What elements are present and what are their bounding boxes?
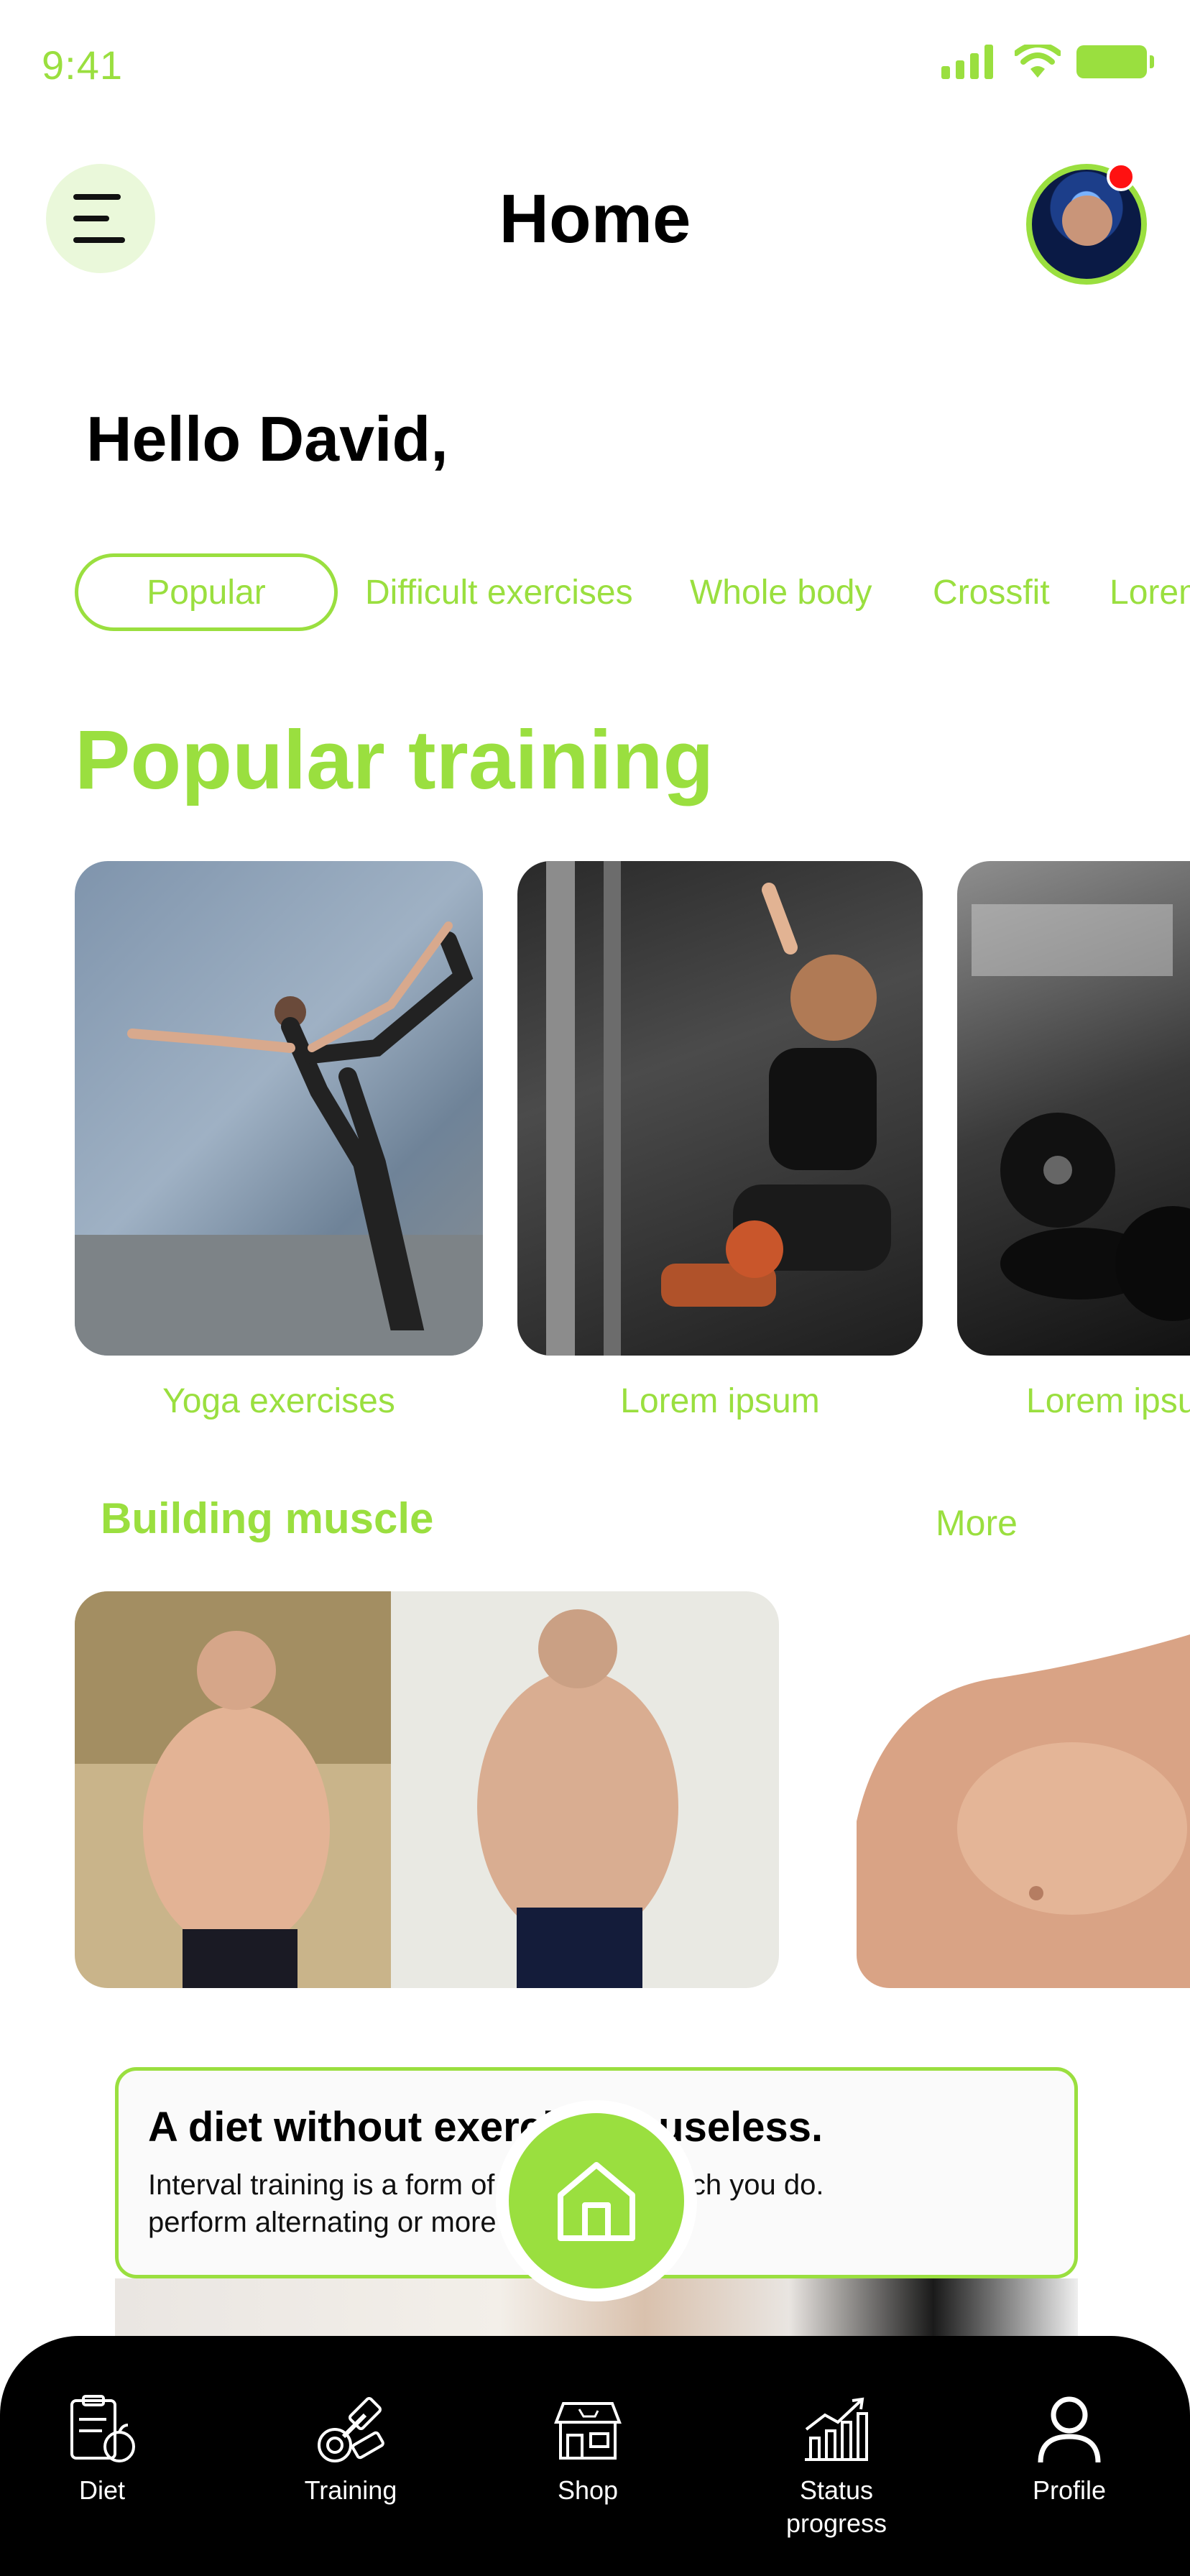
tab-lorem[interactable]: Lorem xyxy=(1110,553,1190,631)
card-label-2: Lorem ipsum xyxy=(620,1382,820,1420)
nav-item-status-progress[interactable]: Status progress xyxy=(750,2393,923,2540)
chest-image xyxy=(857,1634,1190,1988)
nav-label-training: Training xyxy=(304,2475,397,2505)
barbell-image xyxy=(972,904,1190,1321)
profile-icon xyxy=(1038,2396,1101,2463)
more-link[interactable]: More xyxy=(936,1502,1018,1544)
card-label-yoga: Yoga exercises xyxy=(162,1382,395,1420)
greeting: Hello David, xyxy=(86,403,448,474)
dumbbell-icon xyxy=(318,2397,384,2462)
tab-crossfit[interactable]: Crossfit xyxy=(933,553,1050,631)
nav-label-shop: Shop xyxy=(557,2475,619,2505)
avatar-face xyxy=(1062,196,1112,246)
diet-icon xyxy=(70,2395,135,2462)
yoga-figure-image xyxy=(75,921,483,1356)
nav-item-diet[interactable]: Diet xyxy=(16,2393,188,2507)
home-button[interactable] xyxy=(509,2113,684,2288)
status-icons xyxy=(941,45,1154,79)
tab-popular[interactable]: Popular xyxy=(75,553,338,631)
section-title-popular: Popular training xyxy=(75,713,714,806)
muscle-card-chest[interactable] xyxy=(857,1591,1190,1988)
before-after-image xyxy=(75,1591,779,1988)
training-card-yoga[interactable] xyxy=(75,861,483,1356)
diet-card-title: A diet without exercise is useless. xyxy=(148,2104,824,2150)
nav-label-diet: Diet xyxy=(78,2475,126,2505)
card-label-3: Lorem ipsum xyxy=(1026,1382,1190,1420)
gym-woman-image xyxy=(546,861,891,1356)
shop-icon xyxy=(554,2402,622,2460)
nav-item-profile[interactable]: Profile xyxy=(983,2393,1156,2507)
tab-difficult-exercises[interactable]: Difficult exercises xyxy=(365,553,633,631)
tab-whole-body[interactable]: Whole body xyxy=(690,553,872,631)
section-title-building-muscle: Building muscle xyxy=(101,1494,434,1542)
training-card-gym-2[interactable] xyxy=(517,861,923,1356)
notification-dot xyxy=(1107,162,1135,191)
nav-label-profile: Profile xyxy=(1032,2475,1107,2505)
nav-item-training[interactable]: Training xyxy=(264,2393,437,2507)
chart-progress-icon xyxy=(805,2397,868,2461)
status-time: 9:41 xyxy=(42,42,123,88)
wifi-icon xyxy=(1015,45,1061,78)
nav-label-status-progress: Status progress xyxy=(785,2475,887,2538)
page-title: Home xyxy=(499,180,691,257)
home-icon xyxy=(558,2162,635,2241)
muscle-card-before-after[interactable] xyxy=(75,1591,779,1988)
signal-icon xyxy=(941,45,993,79)
nav-item-shop[interactable]: Shop xyxy=(502,2393,674,2507)
training-card-gym-3[interactable] xyxy=(957,861,1190,1356)
battery-icon xyxy=(1076,45,1154,78)
